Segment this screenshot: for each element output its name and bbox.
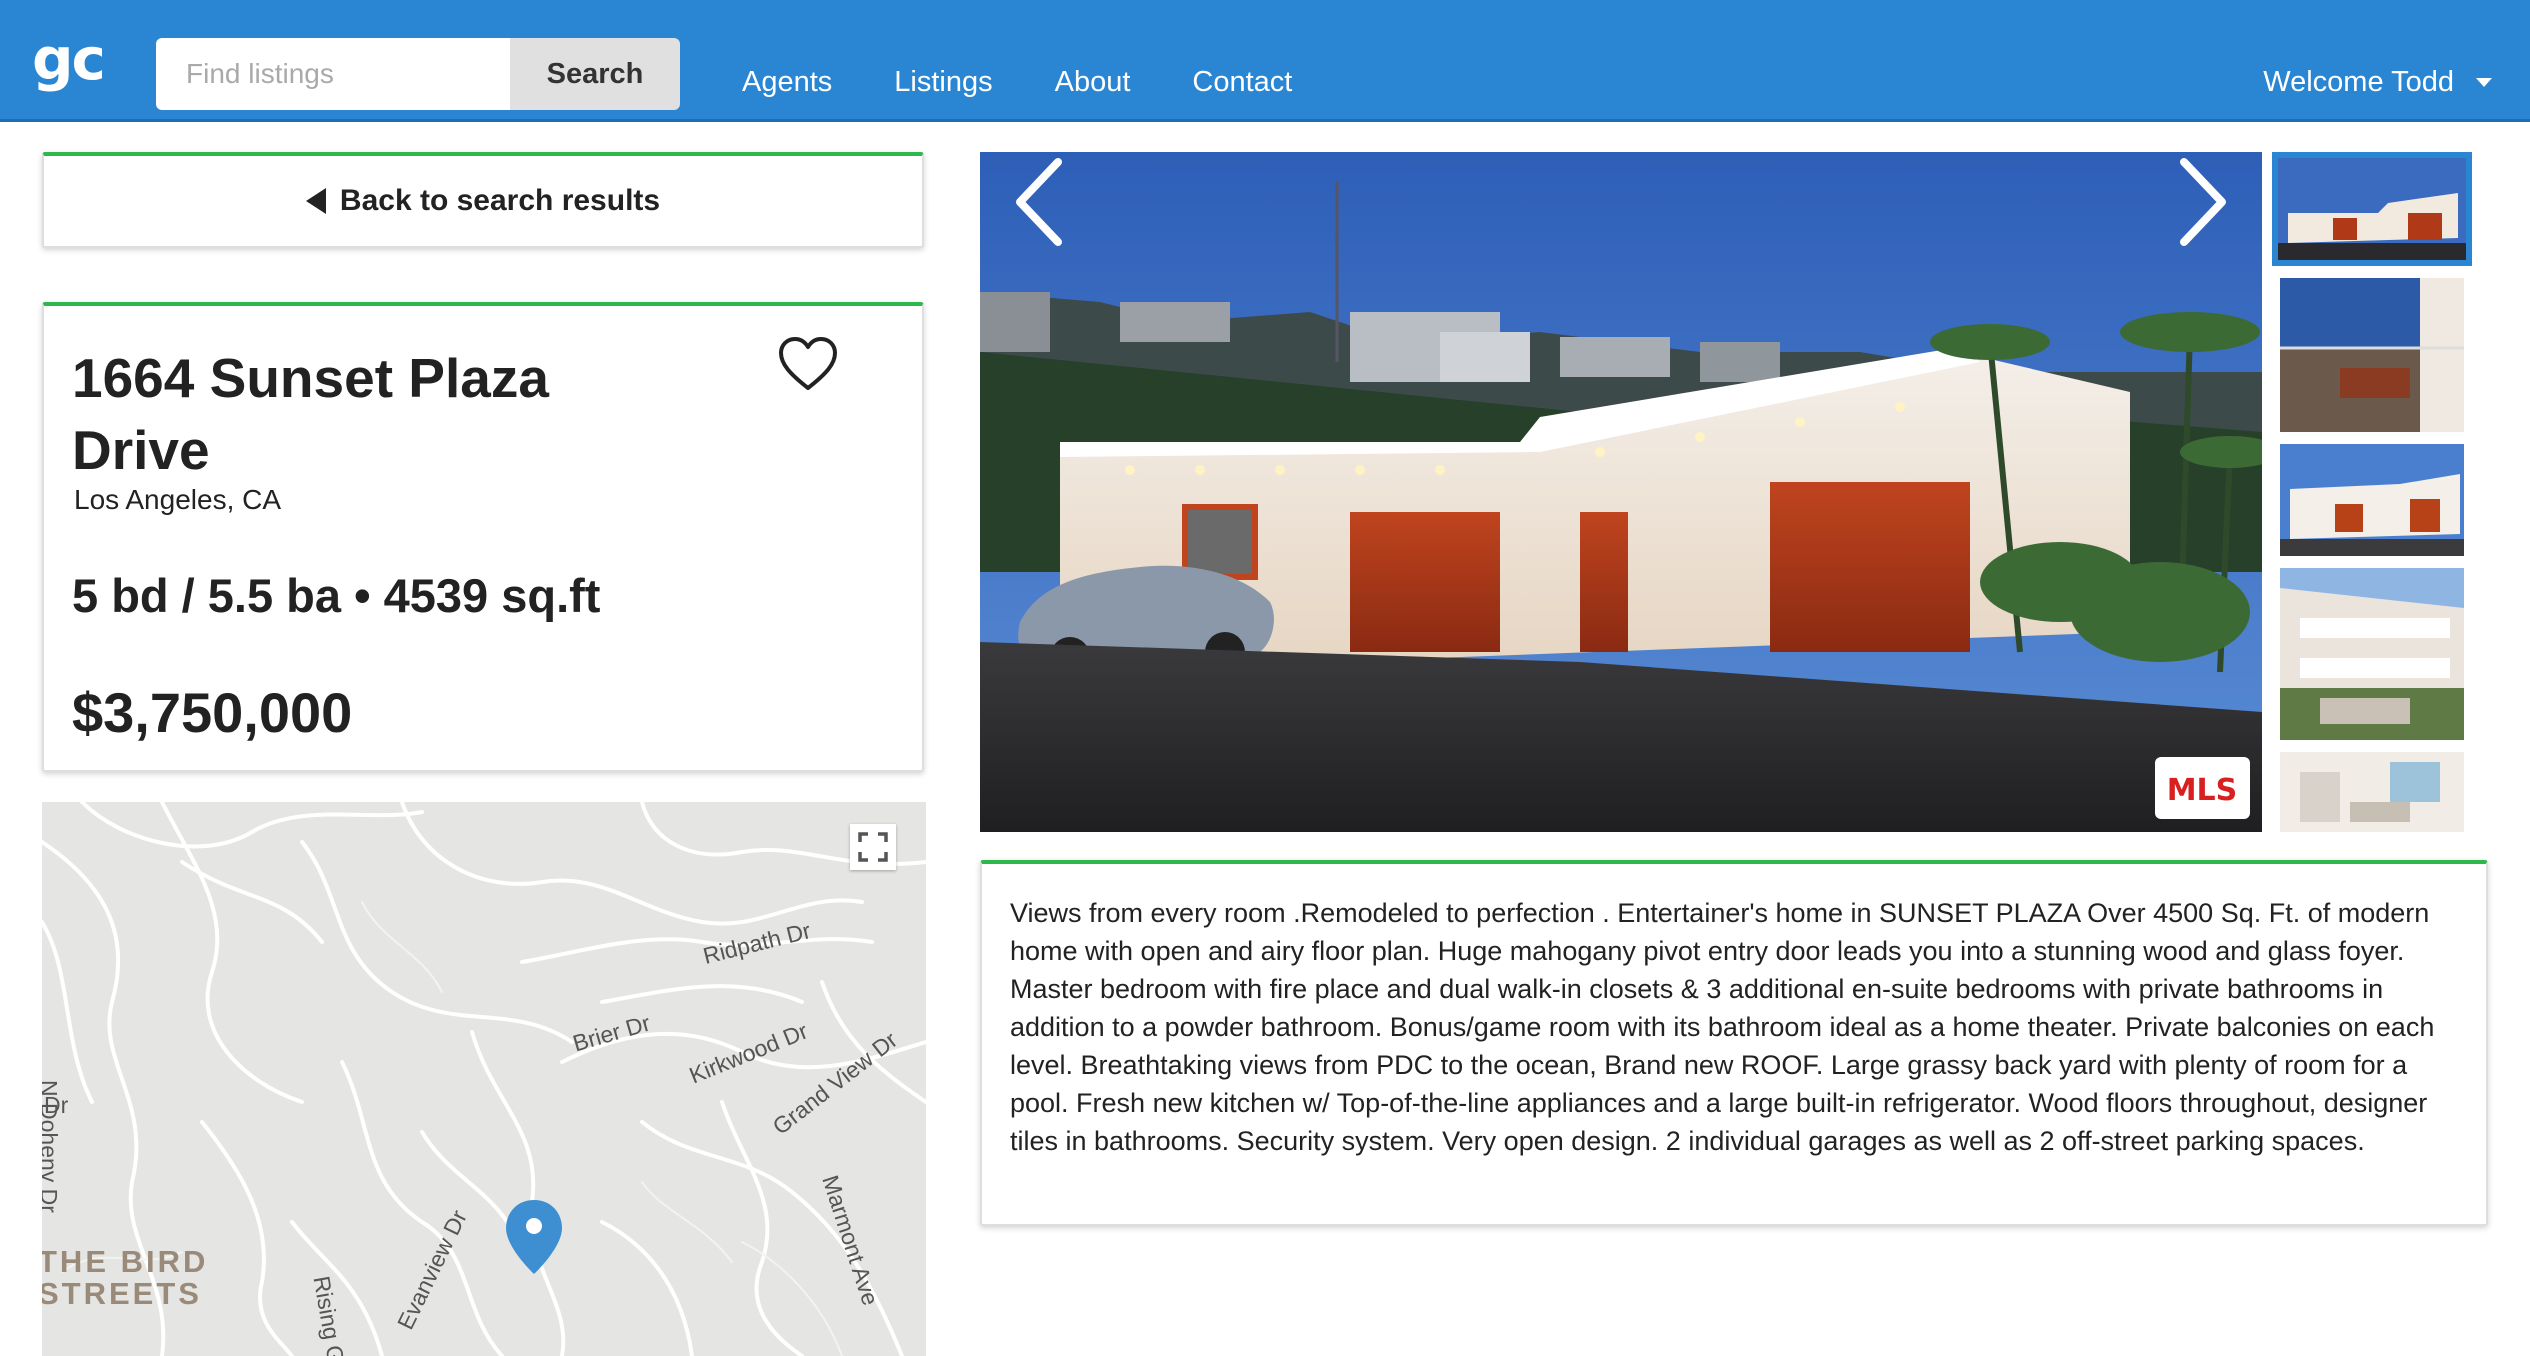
house-photo: MLS [980, 152, 2262, 832]
thumbnail-1[interactable] [2272, 152, 2472, 266]
nav-listings[interactable]: Listings [894, 62, 992, 102]
location-map[interactable]: Ridpath Dr Brier Dr Kirkwood Dr Grand Vi… [42, 802, 926, 1356]
mls-watermark: MLS [2155, 757, 2250, 819]
thumbnail-3[interactable] [2280, 444, 2464, 556]
thumbnail-image [2280, 444, 2464, 556]
neighborhood-label-line2: STREETS [42, 1276, 202, 1311]
map-fullscreen-button[interactable] [850, 824, 896, 870]
nav-contact[interactable]: Contact [1192, 62, 1292, 102]
caret-down-icon [2476, 77, 2492, 87]
main-nav: Agents Listings About Contact [742, 62, 1354, 102]
heart-icon[interactable] [778, 336, 838, 392]
thumbnail-image [2280, 278, 2464, 432]
back-button-content: Back to search results [305, 184, 661, 218]
search-button[interactable]: Search [510, 38, 680, 110]
brand-logo[interactable]: gc [32, 30, 106, 88]
nav-about[interactable]: About [1055, 62, 1131, 102]
thumbnail-5[interactable] [2280, 752, 2464, 832]
back-to-results-button[interactable]: Back to search results [42, 152, 924, 248]
search-input[interactable] [156, 38, 510, 110]
neighborhood-label: THE BIRD STREETS [42, 1246, 208, 1310]
listing-specs: 5 bd / 5.5 ba • 4539 sq.ft [72, 569, 601, 622]
back-button-label: Back to search results [339, 184, 661, 217]
welcome-text: Welcome Todd [2263, 66, 2454, 98]
next-photo-arrow-icon[interactable] [2166, 152, 2236, 252]
thumbnail-image [2280, 752, 2464, 832]
thumbnail-image [2278, 158, 2466, 260]
listing-description: Views from every room .Remodeled to perf… [1010, 898, 2435, 1156]
neighborhood-label-line1: THE BIRD [42, 1244, 209, 1279]
thumbnail-strip [2272, 152, 2472, 832]
thumbnail-4[interactable] [2280, 568, 2464, 740]
thumbnail-image [2280, 568, 2464, 740]
listing-info-card: 1664 Sunset Plaza Drive Los Angeles, CA … [42, 302, 924, 772]
main-listing-photo[interactable]: MLS [980, 152, 2262, 832]
listing-price: $3,750,000 [72, 681, 353, 744]
nav-agents[interactable]: Agents [742, 62, 832, 102]
user-menu[interactable]: Welcome Todd [2263, 62, 2492, 102]
street-label: Dr [44, 1092, 69, 1118]
fullscreen-icon [858, 832, 888, 862]
search-bar: Search [156, 38, 680, 110]
listing-description-card: Views from every room .Remodeled to perf… [980, 860, 2488, 1226]
top-navbar: gc Search Agents Listings About Contact … [0, 0, 2530, 122]
caret-left-icon [305, 188, 326, 214]
listing-city: Los Angeles, CA [74, 484, 282, 515]
listing-address: 1664 Sunset Plaza Drive [72, 347, 549, 481]
svg-text:MLS: MLS [2167, 773, 2238, 808]
previous-photo-arrow-icon[interactable] [1006, 152, 1076, 252]
thumbnail-2[interactable] [2280, 278, 2464, 432]
